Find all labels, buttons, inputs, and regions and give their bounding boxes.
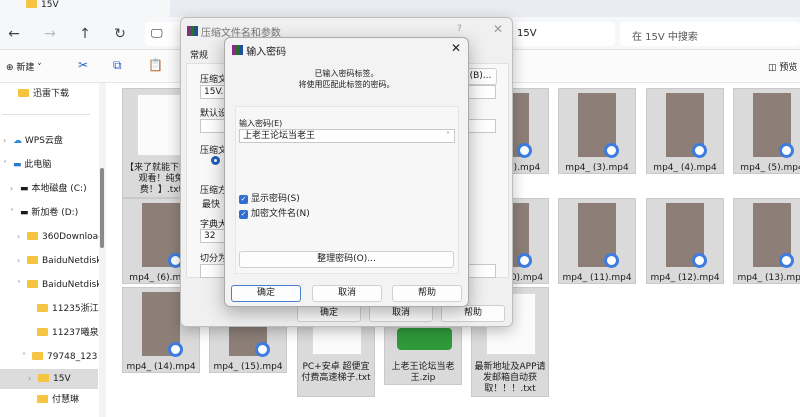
help-icon[interactable]: ? <box>457 24 462 34</box>
breadcrumb-current[interactable]: 15V <box>517 28 537 39</box>
file-item[interactable]: mp4_ (3).mp4 <box>558 88 636 174</box>
search-input[interactable]: 在 15V 中搜索 <box>620 22 800 46</box>
forward-icon[interactable]: → <box>40 26 60 42</box>
organize-passwords-button[interactable]: 整理密码(O)... <box>239 251 454 268</box>
close-icon[interactable]: ✕ <box>493 22 503 36</box>
password-dialog: 输入密码 ✕ 已输入密码标签。 将使用匹配此标签的密码。 输入密码(E) 上老王论… <box>224 37 469 307</box>
file-name: mp4_ (11).mp4 <box>562 273 632 283</box>
copy-icon[interactable]: ⧉ <box>113 58 122 73</box>
new-button[interactable]: ⊕ 新建 ˅ <box>6 60 42 73</box>
sidebar-item[interactable]: 付慧琳 <box>37 394 99 406</box>
tab-bar: 15V <box>0 0 800 17</box>
file-item[interactable]: mp4_ (12).mp4 <box>646 198 724 284</box>
sidebar-item[interactable]: › BaiduNetdisk <box>17 255 99 267</box>
help-button[interactable]: 帮助 <box>392 285 462 302</box>
info-text: 已输入密码标签。 将使用匹配此标签的密码。 <box>298 69 395 89</box>
file-name: mp4_ (4).mp4 <box>653 163 717 173</box>
file-name: 上老王论坛当老王.zip <box>391 362 455 383</box>
password-label: 输入密码(E) <box>239 119 283 128</box>
scrollbar-thumb[interactable] <box>100 168 104 248</box>
file-name: mp4_ (12).mp4 <box>650 273 720 283</box>
sidebar: 迅雷下载 › ☁ WPS云盘 ˅ ▬ 此电脑 › ▬ 本地磁盘 (C:) ˅ ▬ 新加卷… <box>0 83 106 417</box>
sidebar-item[interactable]: 11235浙江 <box>37 303 99 315</box>
ok-button[interactable]: 确定 <box>297 305 361 322</box>
player-badge-icon <box>779 253 794 268</box>
winrar-icon <box>187 26 198 36</box>
file-item[interactable]: mp4_ (11).mp4 <box>558 198 636 284</box>
file-item[interactable]: mp4_ (13).mp4 <box>733 198 800 284</box>
player-badge-icon <box>604 143 619 158</box>
player-badge-icon <box>517 143 532 158</box>
player-badge-icon <box>604 253 619 268</box>
sidebar-item-selected[interactable]: › 15V <box>0 369 98 389</box>
file-name: mp4_ (13).mp4 <box>737 273 800 283</box>
file-name: PC+安卓 超便宜付费高速梯子.txt <box>301 362 371 383</box>
sidebar-item[interactable]: ˅ 79748_123 <box>22 351 99 363</box>
file-name: 最新地址及APP请发邮箱自动获取！！！.txt <box>474 362 546 394</box>
tab-15v[interactable]: 15V <box>0 0 170 17</box>
back-icon[interactable]: ← <box>4 26 24 42</box>
divider <box>2 114 90 115</box>
show-password-checkbox[interactable]: ✓ 显示密码(S) <box>239 191 300 204</box>
sidebar-item[interactable]: ˅ ▬ 此电脑 <box>3 159 103 171</box>
player-badge-icon <box>692 143 707 158</box>
sidebar-item[interactable]: ˅ ▬ 新加卷 (D:) <box>10 207 110 219</box>
sidebar-item[interactable]: ˅ BaiduNetdisk <box>17 279 99 291</box>
cancel-button[interactable]: 取消 <box>369 305 433 322</box>
format-radio[interactable] <box>211 156 220 165</box>
player-badge-icon <box>779 143 794 158</box>
tab-general[interactable]: 常规 <box>190 48 208 61</box>
password-input[interactable]: 上老王论坛当老王 ˅ <box>239 129 455 143</box>
cut-icon[interactable]: ✂ <box>78 58 88 72</box>
sidebar-scrollbar[interactable] <box>99 83 106 417</box>
file-item[interactable]: mp4_ (4).mp4 <box>646 88 724 174</box>
file-name: mp4_ (15).mp4 <box>213 362 283 372</box>
file-name: mp4_ (14).mp4 <box>126 362 196 372</box>
up-icon[interactable]: ↑ <box>75 26 95 42</box>
refresh-icon[interactable]: ↻ <box>110 26 130 42</box>
player-badge-icon <box>692 253 707 268</box>
file-name: mp4_ (3).mp4 <box>565 163 629 173</box>
folder-icon <box>26 0 37 8</box>
method-value[interactable]: 最快 <box>202 197 220 210</box>
paste-icon[interactable]: 📋 <box>148 58 163 72</box>
player-badge-icon <box>517 253 532 268</box>
sidebar-item[interactable]: 11237曦泉 <box>37 327 99 339</box>
close-icon[interactable]: ✕ <box>451 41 461 55</box>
preview-button[interactable]: ◫ 预览 <box>768 60 797 73</box>
player-badge-icon <box>255 342 270 357</box>
chevron-down-icon: ˅ <box>446 131 450 140</box>
sidebar-item[interactable]: ›360Downloads <box>17 231 99 243</box>
computer-icon: 🖵 <box>151 26 163 40</box>
help-button[interactable]: 帮助 <box>441 305 505 322</box>
file-name: mp4_ (5).mp4 <box>740 163 800 173</box>
sidebar-item[interactable]: › ▬ 本地磁盘 (C:) <box>10 183 110 195</box>
encrypt-names-checkbox[interactable]: ✓ 加密文件名(N) <box>239 206 310 219</box>
ok-button[interactable]: 确定 <box>231 285 301 302</box>
dialog-titlebar: 输入密码 <box>232 43 286 58</box>
player-badge-icon <box>168 342 183 357</box>
cancel-button[interactable]: 取消 <box>312 285 382 302</box>
file-item[interactable]: mp4_ (5).mp4 <box>733 88 800 174</box>
sidebar-item[interactable]: › ☁ WPS云盘 <box>3 135 103 147</box>
winrar-icon <box>232 45 243 55</box>
zip-archive-icon <box>397 328 452 350</box>
